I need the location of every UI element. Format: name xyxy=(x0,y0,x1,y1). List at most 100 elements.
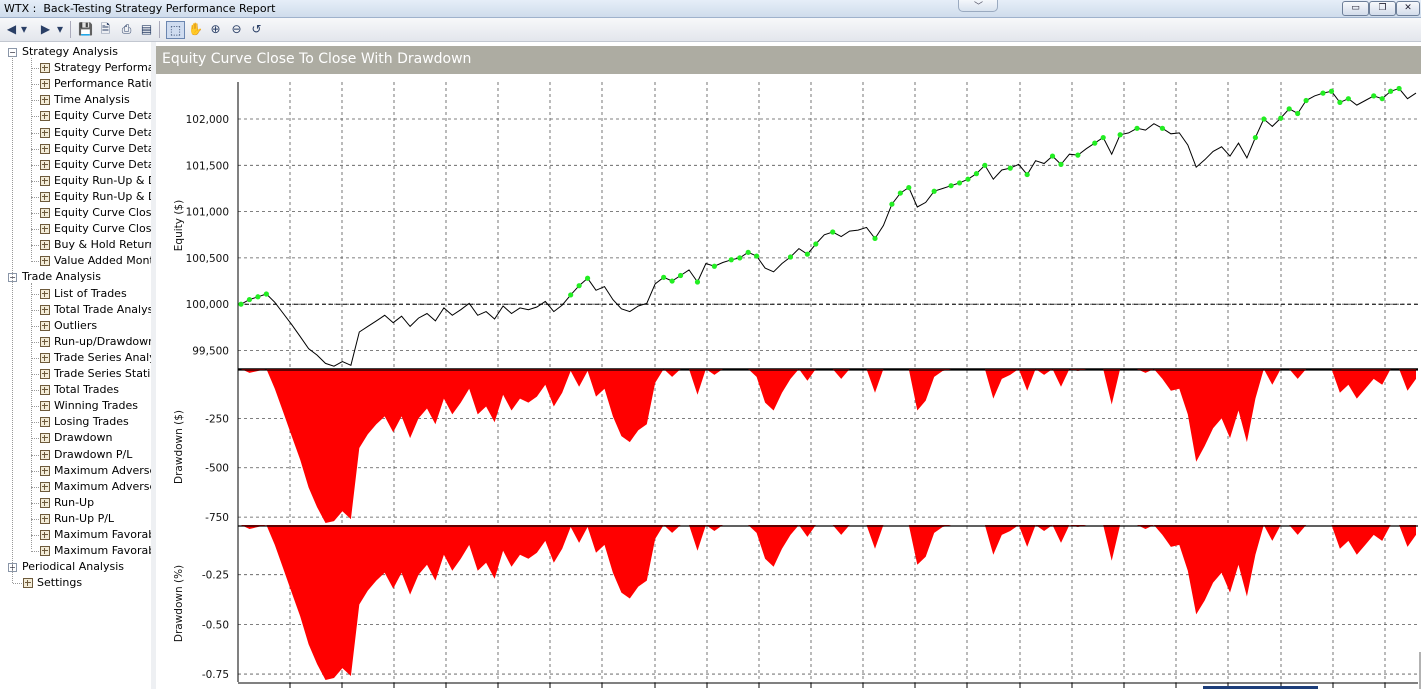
select-tool-icon[interactable]: ⬚ xyxy=(166,21,185,39)
tree-item-maximum-favorab[interactable]: Maximum Favorab xyxy=(0,527,151,543)
tree-item-strategy-performar[interactable]: Strategy Performar xyxy=(0,60,151,76)
new-high-marker xyxy=(711,263,717,269)
tree-group-strategy-analysis[interactable]: − Strategy Analysis xyxy=(0,44,151,60)
new-high-marker xyxy=(1049,153,1056,159)
tree-item-equity-curve-close[interactable]: Equity Curve Close xyxy=(0,221,151,237)
report-page-icon xyxy=(40,304,50,315)
tree-item-run-up-p-l[interactable]: Run-Up P/L xyxy=(0,511,151,527)
tree-item-label: List of Trades xyxy=(54,286,127,300)
new-high-marker xyxy=(1007,165,1013,171)
reset-zoom-icon[interactable]: ↺ xyxy=(248,21,265,37)
tree-item-trade-series-analys[interactable]: Trade Series Analys xyxy=(0,350,151,366)
tree-item-equity-run-up-d[interactable]: Equity Run-Up & D xyxy=(0,173,151,189)
tree-item-outliers[interactable]: Outliers xyxy=(0,318,151,334)
tree-item-equity-curve-detail[interactable]: Equity Curve Detail xyxy=(0,157,151,173)
tree-item-run-up-drawdown[interactable]: Run-up/Drawdown xyxy=(0,334,151,350)
print-icon[interactable]: ⎙ xyxy=(118,21,135,37)
tree-item-equity-curve-close[interactable]: Equity Curve Close xyxy=(0,205,151,221)
tree-item-trade-series-statist[interactable]: Trade Series Statist xyxy=(0,366,151,382)
tree-item-label: Trade Series Statist xyxy=(54,367,152,380)
new-high-marker xyxy=(1388,88,1394,94)
new-high-marker xyxy=(1261,116,1267,122)
report-page-icon xyxy=(40,240,50,251)
tree-item-total-trade-analysi[interactable]: Total Trade Analysi xyxy=(0,302,151,318)
y-axis-title: Drawdown ($) xyxy=(173,410,185,484)
tree-connector xyxy=(31,406,39,408)
view-options-icon[interactable]: ▤ xyxy=(138,21,155,37)
tree-item-equity-curve-detail[interactable]: Equity Curve Detail xyxy=(0,108,151,124)
new-high-marker xyxy=(728,257,734,263)
back-icon[interactable]: ◀ xyxy=(3,21,20,37)
tree-connector xyxy=(31,293,39,295)
tree-item-maximum-adverse[interactable]: Maximum Adverse xyxy=(0,479,151,495)
tree-item-drawdown[interactable]: Drawdown xyxy=(0,430,151,446)
back-dropdown-icon[interactable]: ▾ xyxy=(19,21,29,37)
tree-item-maximum-favorab[interactable]: Maximum Favorab xyxy=(0,543,151,559)
tree-item-losing-trades[interactable]: Losing Trades xyxy=(0,414,151,430)
new-high-marker xyxy=(1295,110,1301,117)
y-tick-label: -0.25 xyxy=(202,570,229,582)
tree-item-settings[interactable]: Settings xyxy=(0,575,151,591)
tree-item-label: Settings xyxy=(37,576,83,590)
new-high-marker xyxy=(1092,140,1098,146)
tree-item-value-added-mont[interactable]: Value Added Mont xyxy=(0,253,151,269)
tree-connector xyxy=(31,283,32,550)
tree-item-drawdown-p-l[interactable]: Drawdown P/L xyxy=(0,447,151,463)
report-page-icon xyxy=(40,159,50,170)
report-page-icon xyxy=(40,143,50,154)
new-high-marker xyxy=(906,184,912,191)
tree-item-run-up[interactable]: Run-Up xyxy=(0,495,151,511)
new-high-marker xyxy=(238,301,244,307)
report-page-icon xyxy=(40,530,50,540)
tree-item-buy-hold-return[interactable]: Buy & Hold Return xyxy=(0,237,151,253)
toolbar: ◀ ▾ ▶ ▾ 💾 🗎 ⎙ ▤ ⬚ ✋ ⊕ ⊖ ↺ xyxy=(0,18,1421,42)
tree-item-equity-curve-detail[interactable]: Equity Curve Detail xyxy=(0,125,151,141)
tree-group-trade-analysis[interactable]: − Trade Analysis xyxy=(0,269,151,285)
tree-item-label: Performance Ratios xyxy=(54,77,152,91)
print-preview-icon[interactable]: 🗎 xyxy=(97,21,114,37)
new-high-marker xyxy=(830,229,836,235)
y-axis-title: Equity ($) xyxy=(173,200,185,251)
tree-item-label: Drawdown P/L xyxy=(54,447,133,461)
tree-item-performance-ratios[interactable]: Performance Ratios xyxy=(0,76,151,92)
tree-item-time-analysis[interactable]: Time Analysis xyxy=(0,92,151,108)
tree-item-equity-curve-detail[interactable]: Equity Curve Detail xyxy=(0,141,151,157)
new-high-marker xyxy=(584,275,591,281)
tree-item-winning-trades[interactable]: Winning Trades xyxy=(0,398,151,414)
new-high-marker xyxy=(568,292,574,298)
close-button[interactable]: ✕ xyxy=(1396,1,1420,16)
pan-tool-icon[interactable]: ✋ xyxy=(187,21,204,37)
report-page-icon xyxy=(40,175,50,186)
tree-group-periodical-analysis[interactable]: + Periodical Analysis xyxy=(0,559,151,575)
tree-item-equity-run-up-d[interactable]: Equity Run-Up & D xyxy=(0,189,151,205)
report-page-icon xyxy=(40,336,50,347)
zoom-out-icon[interactable]: ⊖ xyxy=(228,21,245,37)
tree-connector xyxy=(31,84,39,86)
new-high-marker xyxy=(872,235,878,242)
zoom-in-icon[interactable]: ⊕ xyxy=(207,21,224,37)
new-high-marker xyxy=(897,190,903,196)
tree-item-label: Equity Curve Detail xyxy=(54,157,152,171)
forward-icon[interactable]: ▶ xyxy=(37,21,54,37)
y-tick-label: -0.50 xyxy=(202,619,229,631)
tree-connector xyxy=(31,374,39,375)
toolbar-collapse-handle[interactable]: ﹀ xyxy=(958,0,998,12)
restore-button[interactable]: ❐ xyxy=(1369,1,1396,16)
tree-group-label: Trade Analysis xyxy=(22,270,101,284)
y-tick-label: 101,000 xyxy=(186,207,229,219)
new-high-marker xyxy=(745,249,751,255)
window-titlebar: WTX : Back-Testing Strategy Performance … xyxy=(0,0,1421,18)
new-high-marker xyxy=(677,272,684,279)
report-page-icon xyxy=(40,320,50,331)
new-high-marker xyxy=(1371,93,1377,99)
tree-connector xyxy=(31,470,39,472)
tree-item-label: Strategy Performar xyxy=(54,61,152,75)
new-high-marker xyxy=(1117,132,1123,138)
forward-dropdown-icon[interactable]: ▾ xyxy=(55,21,65,37)
tree-item-label: Value Added Mont xyxy=(54,254,152,268)
save-icon[interactable]: 💾 xyxy=(77,21,94,37)
tree-item-list-of-trades[interactable]: List of Trades xyxy=(0,286,151,302)
tree-item-total-trades[interactable]: Total Trades xyxy=(0,382,151,398)
minimize-button[interactable]: ▭ xyxy=(1342,1,1369,16)
tree-item-maximum-adverse[interactable]: Maximum Adverse xyxy=(0,463,151,479)
